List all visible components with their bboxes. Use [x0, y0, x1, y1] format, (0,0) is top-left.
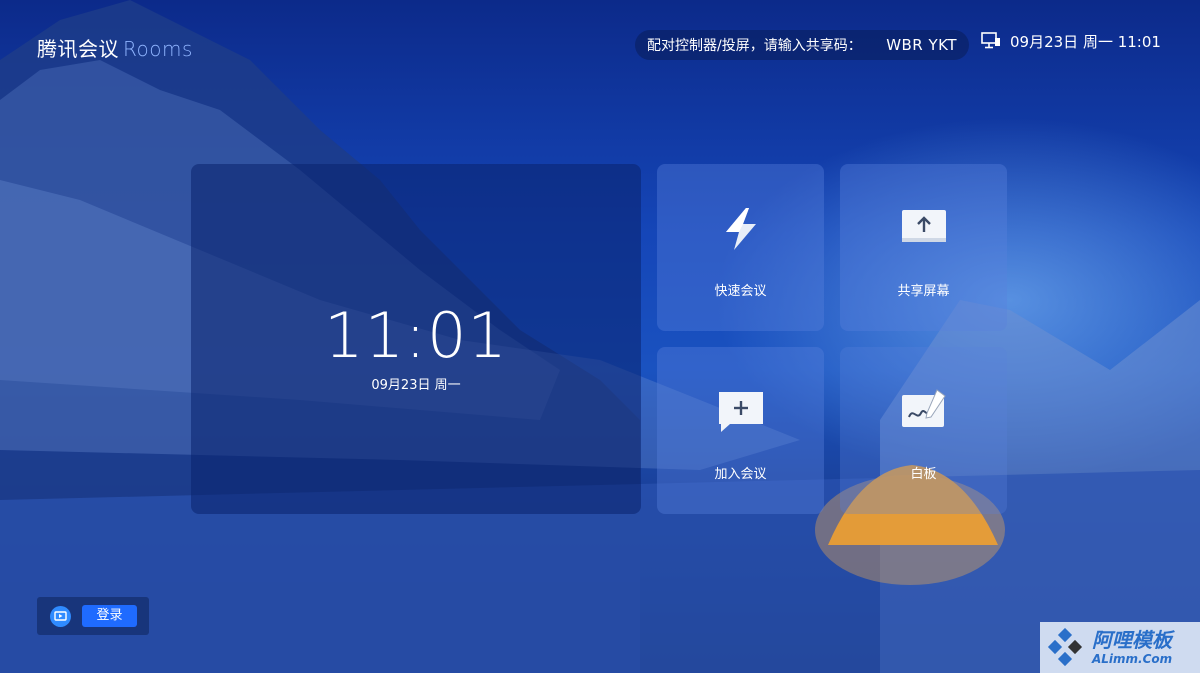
brand-suffix: Rooms — [123, 37, 193, 61]
tile-label: 共享屏幕 — [897, 284, 950, 299]
share-screen-tile[interactable]: 共享屏幕 — [840, 164, 1007, 331]
lightning-icon — [725, 208, 756, 250]
watermark-cn: 阿哩模板 — [1092, 628, 1172, 652]
whiteboard-icon — [901, 389, 946, 427]
tv-icon — [50, 606, 71, 627]
pairing-prompt: 配对控制器/投屏，请输入共享码： — [647, 38, 862, 54]
login-button[interactable]: 登录 — [82, 605, 137, 627]
pairing-code-pill: 配对控制器/投屏，请输入共享码： WBR YKT — [635, 30, 969, 60]
join-meeting-tile[interactable]: 加入会议 — [657, 347, 824, 514]
status-datetime: 09月23日 周一 11:01 — [1010, 32, 1161, 51]
watermark-logo: 阿哩模板 ALimm.Com — [1040, 622, 1200, 673]
whiteboard-tile[interactable]: 白板 — [840, 347, 1007, 514]
tile-label: 快速会议 — [714, 284, 767, 299]
tile-label: 白板 — [910, 467, 937, 482]
clock-date: 09月23日 周一 — [371, 378, 461, 393]
brand-name: 腾讯会议 — [37, 37, 119, 61]
quick-meeting-tile[interactable]: 快速会议 — [657, 164, 824, 331]
share-screen-icon — [901, 210, 946, 242]
clock-time: 11:01 — [324, 299, 508, 372]
watermark-mark-icon — [1047, 627, 1083, 666]
screen-network-icon — [981, 32, 1000, 49]
watermark-en: ALimm.Com — [1092, 652, 1173, 666]
clock-card: 11:01 09月23日 周一 — [191, 164, 641, 514]
share-code: WBR YKT — [886, 36, 957, 54]
tile-label: 加入会议 — [714, 467, 767, 482]
brand-title: 腾讯会议 Rooms — [37, 33, 193, 62]
add-chat-icon — [718, 392, 763, 432]
status-bar: 09月23日 周一 11:01 — [981, 30, 1161, 52]
login-panel: 登录 — [37, 597, 149, 635]
